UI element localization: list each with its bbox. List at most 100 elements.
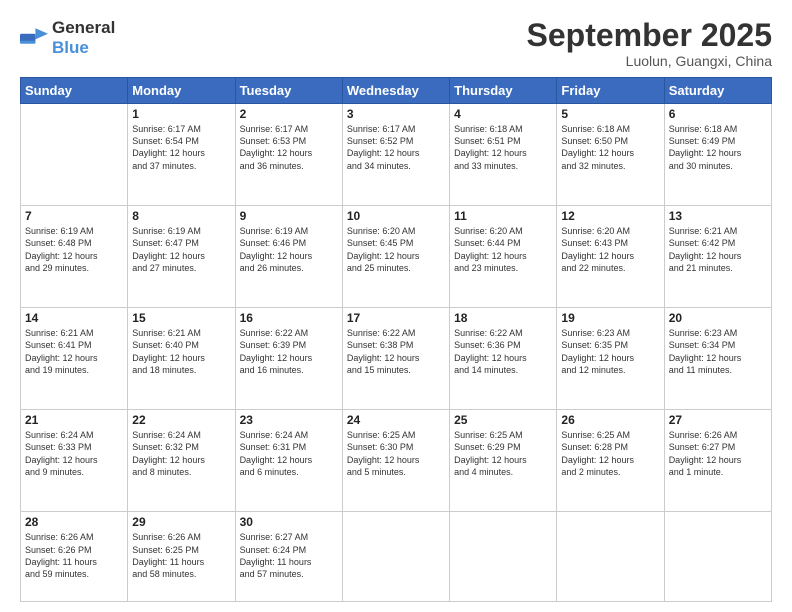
calendar-cell: 15 Sunrise: 6:21 AM Sunset: 6:40 PM Dayli… xyxy=(128,308,235,410)
calendar-cell xyxy=(664,512,771,602)
cell-details: Sunrise: 6:23 AM Sunset: 6:35 PM Dayligh… xyxy=(561,327,659,376)
day-number: 22 xyxy=(132,413,230,427)
cell-details: Sunrise: 6:20 AM Sunset: 6:43 PM Dayligh… xyxy=(561,225,659,274)
day-number: 4 xyxy=(454,107,552,121)
month-title: September 2025 xyxy=(527,18,772,53)
calendar-cell: 7 Sunrise: 6:19 AM Sunset: 6:48 PM Daylig… xyxy=(21,206,128,308)
day-number: 25 xyxy=(454,413,552,427)
location: Luolun, Guangxi, China xyxy=(527,53,772,69)
calendar-cell: 2 Sunrise: 6:17 AM Sunset: 6:53 PM Daylig… xyxy=(235,104,342,206)
calendar-cell: 4 Sunrise: 6:18 AM Sunset: 6:51 PM Daylig… xyxy=(450,104,557,206)
calendar-cell xyxy=(342,512,449,602)
cell-details: Sunrise: 6:25 AM Sunset: 6:30 PM Dayligh… xyxy=(347,429,445,478)
calendar-cell: 21 Sunrise: 6:24 AM Sunset: 6:33 PM Dayli… xyxy=(21,410,128,512)
calendar-cell: 18Sunrise: 6:22 AM Sunset: 6:36 PM Dayli… xyxy=(450,308,557,410)
calendar-cell: 19 Sunrise: 6:23 AM Sunset: 6:35 PM Dayli… xyxy=(557,308,664,410)
logo-text: General Blue xyxy=(52,18,115,58)
calendar-cell: 6 Sunrise: 6:18 AM Sunset: 6:49 PM Daylig… xyxy=(664,104,771,206)
cell-details: Sunrise: 6:18 AM Sunset: 6:50 PM Dayligh… xyxy=(561,123,659,172)
cell-details: Sunrise: 6:26 AM Sunset: 6:27 PM Dayligh… xyxy=(669,429,767,478)
calendar-cell: 16Sunrise: 6:22 AM Sunset: 6:39 PM Dayli… xyxy=(235,308,342,410)
calendar-cell: 29Sunrise: 6:26 AM Sunset: 6:25 PM Dayli… xyxy=(128,512,235,602)
day-number: 8 xyxy=(132,209,230,223)
day-number: 21 xyxy=(25,413,123,427)
calendar-row-2: 7 Sunrise: 6:19 AM Sunset: 6:48 PM Daylig… xyxy=(21,206,772,308)
day-number: 27 xyxy=(669,413,767,427)
day-number: 7 xyxy=(25,209,123,223)
col-header-friday: Friday xyxy=(557,78,664,104)
day-number: 2 xyxy=(240,107,338,121)
calendar-cell: 24 Sunrise: 6:25 AM Sunset: 6:30 PM Dayli… xyxy=(342,410,449,512)
day-number: 15 xyxy=(132,311,230,325)
day-number: 14 xyxy=(25,311,123,325)
day-number: 5 xyxy=(561,107,659,121)
calendar-row-5: 28Sunrise: 6:26 AM Sunset: 6:26 PM Dayli… xyxy=(21,512,772,602)
calendar-cell: 11 Sunrise: 6:20 AM Sunset: 6:44 PM Dayli… xyxy=(450,206,557,308)
calendar-cell: 3 Sunrise: 6:17 AM Sunset: 6:52 PM Daylig… xyxy=(342,104,449,206)
cell-details: Sunrise: 6:19 AM Sunset: 6:46 PM Dayligh… xyxy=(240,225,338,274)
calendar-cell: 12 Sunrise: 6:20 AM Sunset: 6:43 PM Dayli… xyxy=(557,206,664,308)
cell-details: Sunrise: 6:21 AM Sunset: 6:40 PM Dayligh… xyxy=(132,327,230,376)
calendar-cell: 27 Sunrise: 6:26 AM Sunset: 6:27 PM Dayli… xyxy=(664,410,771,512)
cell-details: Sunrise: 6:26 AM Sunset: 6:25 PM Dayligh… xyxy=(132,531,230,580)
day-number: 11 xyxy=(454,209,552,223)
calendar-cell: 25 Sunrise: 6:25 AM Sunset: 6:29 PM Dayli… xyxy=(450,410,557,512)
cell-details: Sunrise: 6:19 AM Sunset: 6:47 PM Dayligh… xyxy=(132,225,230,274)
cell-details: Sunrise: 6:19 AM Sunset: 6:48 PM Dayligh… xyxy=(25,225,123,274)
day-number: 9 xyxy=(240,209,338,223)
cell-details: Sunrise: 6:24 AM Sunset: 6:33 PM Dayligh… xyxy=(25,429,123,478)
cell-details: Sunrise: 6:24 AM Sunset: 6:32 PM Dayligh… xyxy=(132,429,230,478)
cell-details: Sunrise: 6:24 AM Sunset: 6:31 PM Dayligh… xyxy=(240,429,338,478)
page: General Blue September 2025 Luolun, Guan… xyxy=(0,0,792,612)
day-number: 10 xyxy=(347,209,445,223)
cell-details: Sunrise: 6:17 AM Sunset: 6:52 PM Dayligh… xyxy=(347,123,445,172)
calendar-cell: 5 Sunrise: 6:18 AM Sunset: 6:50 PM Daylig… xyxy=(557,104,664,206)
header: General Blue September 2025 Luolun, Guan… xyxy=(20,18,772,69)
cell-details: Sunrise: 6:23 AM Sunset: 6:34 PM Dayligh… xyxy=(669,327,767,376)
calendar-row-1: 1Sunrise: 6:17 AM Sunset: 6:54 PM Daylig… xyxy=(21,104,772,206)
cell-details: Sunrise: 6:22 AM Sunset: 6:38 PM Dayligh… xyxy=(347,327,445,376)
day-number: 13 xyxy=(669,209,767,223)
cell-details: Sunrise: 6:22 AM Sunset: 6:36 PM Dayligh… xyxy=(454,327,552,376)
logo-blue: Blue xyxy=(52,38,89,57)
calendar-cell: 13 Sunrise: 6:21 AM Sunset: 6:42 PM Dayli… xyxy=(664,206,771,308)
title-block: September 2025 Luolun, Guangxi, China xyxy=(527,18,772,69)
cell-details: Sunrise: 6:18 AM Sunset: 6:51 PM Dayligh… xyxy=(454,123,552,172)
day-number: 24 xyxy=(347,413,445,427)
cell-details: Sunrise: 6:20 AM Sunset: 6:45 PM Dayligh… xyxy=(347,225,445,274)
cell-details: Sunrise: 6:18 AM Sunset: 6:49 PM Dayligh… xyxy=(669,123,767,172)
day-number: 20 xyxy=(669,311,767,325)
day-number: 12 xyxy=(561,209,659,223)
cell-details: Sunrise: 6:25 AM Sunset: 6:29 PM Dayligh… xyxy=(454,429,552,478)
calendar-cell: 10 Sunrise: 6:20 AM Sunset: 6:45 PM Dayli… xyxy=(342,206,449,308)
day-number: 30 xyxy=(240,515,338,529)
day-number: 19 xyxy=(561,311,659,325)
calendar-cell: 9 Sunrise: 6:19 AM Sunset: 6:46 PM Daylig… xyxy=(235,206,342,308)
day-number: 28 xyxy=(25,515,123,529)
cell-details: Sunrise: 6:17 AM Sunset: 6:53 PM Dayligh… xyxy=(240,123,338,172)
cell-details: Sunrise: 6:17 AM Sunset: 6:54 PM Dayligh… xyxy=(132,123,230,172)
day-number: 17 xyxy=(347,311,445,325)
day-number: 3 xyxy=(347,107,445,121)
header-row: SundayMondayTuesdayWednesdayThursdayFrid… xyxy=(21,78,772,104)
calendar-cell: 1Sunrise: 6:17 AM Sunset: 6:54 PM Daylig… xyxy=(128,104,235,206)
day-number: 16 xyxy=(240,311,338,325)
calendar-cell: 30Sunrise: 6:27 AM Sunset: 6:24 PM Dayli… xyxy=(235,512,342,602)
cell-details: Sunrise: 6:21 AM Sunset: 6:42 PM Dayligh… xyxy=(669,225,767,274)
day-number: 23 xyxy=(240,413,338,427)
calendar-cell: 14 Sunrise: 6:21 AM Sunset: 6:41 PM Dayli… xyxy=(21,308,128,410)
calendar-cell: 20 Sunrise: 6:23 AM Sunset: 6:34 PM Dayli… xyxy=(664,308,771,410)
day-number: 6 xyxy=(669,107,767,121)
day-number: 26 xyxy=(561,413,659,427)
logo-general: General xyxy=(52,18,115,37)
calendar-cell: 17 Sunrise: 6:22 AM Sunset: 6:38 PM Dayli… xyxy=(342,308,449,410)
cell-details: Sunrise: 6:20 AM Sunset: 6:44 PM Dayligh… xyxy=(454,225,552,274)
calendar-cell: 26Sunrise: 6:25 AM Sunset: 6:28 PM Dayli… xyxy=(557,410,664,512)
col-header-wednesday: Wednesday xyxy=(342,78,449,104)
logo: General Blue xyxy=(20,18,115,58)
calendar-cell: 8 Sunrise: 6:19 AM Sunset: 6:47 PM Daylig… xyxy=(128,206,235,308)
cell-details: Sunrise: 6:21 AM Sunset: 6:41 PM Dayligh… xyxy=(25,327,123,376)
calendar-cell xyxy=(450,512,557,602)
logo-icon xyxy=(20,28,48,48)
col-header-tuesday: Tuesday xyxy=(235,78,342,104)
